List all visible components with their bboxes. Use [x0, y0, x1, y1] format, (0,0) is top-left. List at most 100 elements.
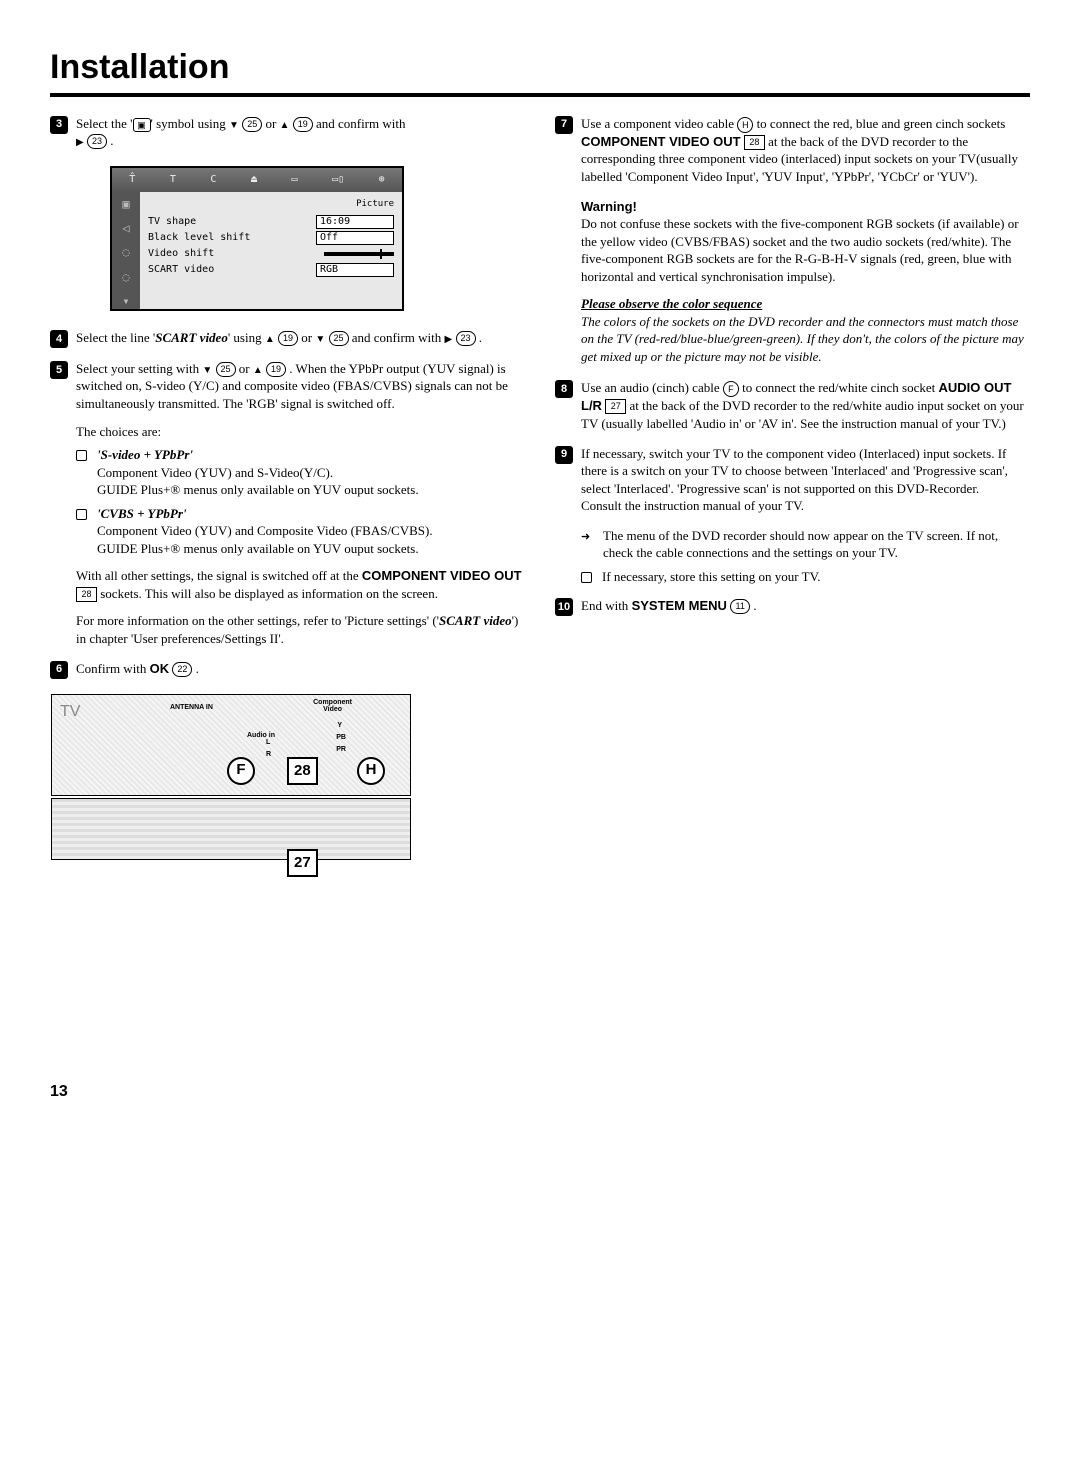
step-9-number: 9 — [555, 446, 573, 464]
left-column: 3 Select the '▣' symbol using 25 or 19 a… — [50, 115, 525, 1102]
diagram-r-label: R — [266, 750, 271, 759]
text: and confirm with — [349, 330, 445, 345]
osd-panel-label: Picture — [148, 198, 394, 210]
text: OK — [150, 661, 170, 676]
diagram-antenna-label: ANTENNA IN — [170, 703, 213, 712]
right-arrow-icon — [445, 330, 453, 345]
choices-intro: The choices are: — [76, 423, 525, 441]
text: If necessary, store this setting on your… — [602, 568, 1030, 586]
osd-value: Off — [316, 231, 394, 245]
text: . — [476, 330, 483, 345]
osd-key: SCART video — [148, 263, 316, 277]
diagram-audio-label: Audio in — [247, 731, 275, 740]
text: or — [236, 361, 253, 376]
down-arrow-icon — [315, 330, 325, 345]
warning-block: Warning! Do not confuse these sockets wi… — [581, 198, 1030, 366]
diagram-y-label: Y — [337, 721, 342, 730]
text: . — [107, 133, 114, 148]
ref-27: 27 — [605, 399, 626, 414]
text: SCART video — [155, 330, 228, 345]
page-title: Installation — [50, 45, 1030, 91]
step-8-number: 8 — [555, 380, 573, 398]
osd-key: Black level shift — [148, 231, 316, 245]
ref-25: 25 — [329, 331, 349, 346]
text: to connect the red/white cinch socket — [739, 380, 939, 395]
diagram-pr-label: PR — [336, 745, 346, 754]
text: COMPONENT VIDEO OUT — [362, 568, 522, 583]
step-4: 4 Select the line 'SCART video' using 19… — [50, 329, 525, 348]
text: SCART video — [439, 613, 512, 628]
page-number: 13 — [50, 1081, 525, 1103]
down-arrow-icon — [202, 361, 212, 376]
step-5-number: 5 — [50, 361, 68, 379]
up-arrow-icon — [253, 361, 263, 376]
step-8: 8 Use an audio (cinch) cable F to connec… — [555, 379, 1030, 432]
ref-23: 23 — [456, 331, 476, 346]
choice-svideo: 'S-video + YPbPr' Component Video (YUV) … — [76, 446, 525, 499]
step-6-number: 6 — [50, 661, 68, 679]
diagram-pb-label: PB — [336, 733, 346, 742]
step-9-sub-o: If necessary, store this setting on your… — [581, 568, 1030, 586]
warning-title: Warning! — [581, 198, 1030, 216]
choice-cvbs: 'CVBS + YPbPr' Component Video (YUV) and… — [76, 505, 525, 558]
text: ' using — [228, 330, 265, 345]
diagram-tv-label: TV — [60, 701, 80, 723]
osd-value: RGB — [316, 263, 394, 277]
text: End with — [581, 598, 632, 613]
step-7-number: 7 — [555, 116, 573, 134]
text: sockets. This will also be displayed as … — [97, 586, 438, 601]
right-column: 7 Use a component video cable H to conne… — [555, 115, 1030, 1102]
text: Use an audio (cinch) cable — [581, 380, 723, 395]
text: COMPONENT VIDEO OUT — [581, 134, 741, 149]
text: . — [192, 661, 199, 676]
osd-value: 16:09 — [316, 215, 394, 229]
title-rule — [50, 93, 1030, 97]
bullet-icon — [76, 509, 87, 520]
diagram-marker-27: 27 — [287, 849, 318, 877]
color-sequence-title: Please observe the color sequence — [581, 295, 1030, 313]
diagram-marker-h: H — [357, 757, 385, 785]
select-symbol-icon: ▣ — [133, 118, 151, 132]
step-3-number: 3 — [50, 116, 68, 134]
text: or — [298, 330, 315, 345]
osd-topbar: T̂TC⏏▭▭▯⊕ — [112, 168, 402, 192]
step-10: 10 End with SYSTEM MENU 11 . — [555, 597, 1030, 616]
color-sequence-body: The colors of the sockets on the DVD rec… — [581, 313, 1030, 366]
osd-key: TV shape — [148, 215, 316, 229]
text: or — [262, 116, 279, 131]
step-7: 7 Use a component video cable H to conne… — [555, 115, 1030, 186]
ref-19: 19 — [278, 331, 298, 346]
osd-slider — [324, 252, 394, 256]
step-6: 6 Confirm with OK 22 . — [50, 660, 525, 679]
text: If necessary, switch your TV to the comp… — [581, 446, 1008, 514]
step-4-number: 4 — [50, 330, 68, 348]
text: With all other settings, the signal is s… — [76, 568, 362, 583]
ref-19: 19 — [293, 117, 313, 132]
right-arrow-icon — [76, 133, 84, 148]
step-5: 5 Select your setting with 25 or 19 . Wh… — [50, 360, 525, 648]
diagram-marker-f: F — [227, 757, 255, 785]
osd-sidebar: ▣◁◌◌▾ — [112, 192, 140, 309]
ref-23: 23 — [87, 134, 107, 149]
ref-28: 28 — [744, 135, 765, 150]
up-arrow-icon — [280, 116, 290, 131]
ref-28: 28 — [76, 587, 97, 602]
text: at the back of the DVD recorder to the r… — [581, 398, 1024, 431]
diagram-marker-28: 28 — [287, 757, 318, 785]
connection-diagram: TV ANTENNA IN ComponentVideo Audio in Y … — [50, 693, 412, 861]
text: Select the ' — [76, 116, 133, 131]
step-10-number: 10 — [555, 598, 573, 616]
ref-25: 25 — [216, 362, 236, 377]
text: Select your setting with — [76, 361, 202, 376]
text: to connect the red, blue and green cinch… — [753, 116, 1005, 131]
text: . — [750, 598, 757, 613]
step-9-sub-arrow: The menu of the DVD recorder should now … — [581, 527, 1030, 562]
text: Component Video (YUV) and Composite Vide… — [97, 523, 433, 538]
diagram-l-label: L — [266, 738, 270, 747]
text: Select the line ' — [76, 330, 155, 345]
bullet-icon — [76, 450, 87, 461]
text: SYSTEM MENU — [632, 598, 727, 613]
text: For more information on the other settin… — [76, 613, 439, 628]
text: Component Video (YUV) and S-Video(Y/C). — [97, 465, 333, 480]
bullet-icon — [581, 572, 592, 583]
